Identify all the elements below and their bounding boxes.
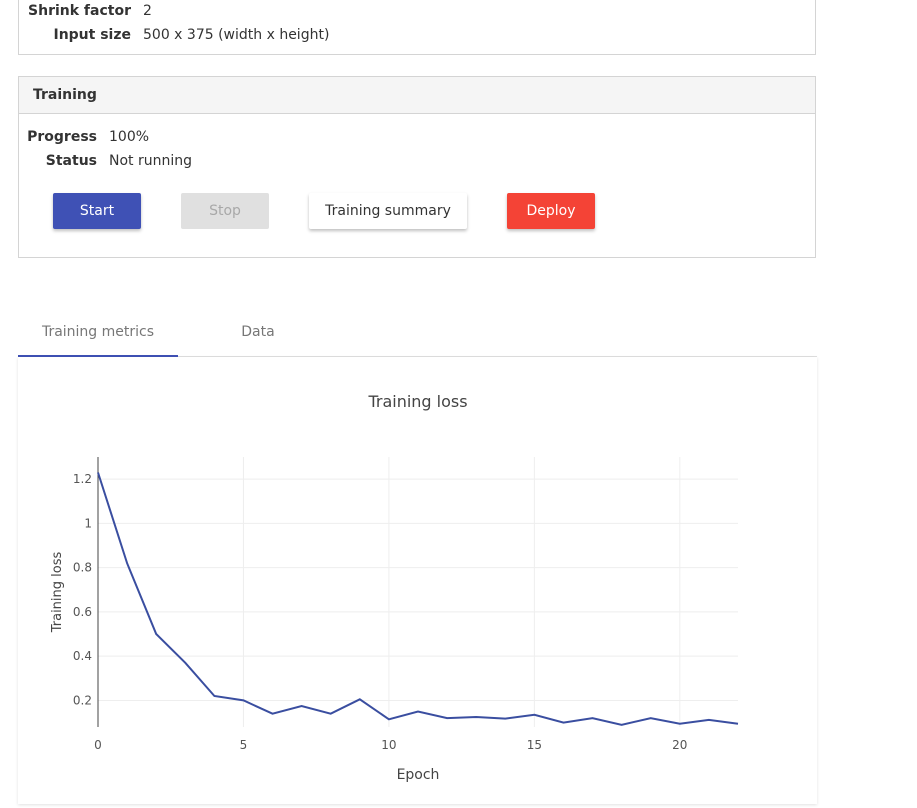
training-loss-chart[interactable]: Training loss 0 5 10 15 20 0.2 0.4 0.6 0.8 1 1.2 E… — [18, 357, 817, 804]
y-tick-label: 1.2 — [73, 472, 92, 486]
input-size-label: Input size — [53, 27, 131, 43]
y-tick-label: 0.4 — [73, 649, 92, 663]
stop-button[interactable]: Stop — [181, 193, 269, 229]
x-tick-label: 0 — [94, 738, 102, 752]
model-info-panel: Shrink factor 2 Input size 500 x 375 (wi… — [18, 0, 816, 55]
progress-value: 100% — [109, 129, 150, 145]
chart-title: Training loss — [367, 392, 467, 411]
x-tick-label: 15 — [527, 738, 542, 752]
status-label: Status — [45, 153, 97, 169]
training-panel-header: Training — [19, 77, 815, 114]
chart-grid — [98, 457, 738, 727]
y-tick-label: 0.6 — [73, 605, 92, 619]
progress-label: Progress — [27, 129, 97, 145]
x-tick-label: 20 — [672, 738, 687, 752]
x-axis-label: Epoch — [397, 767, 440, 783]
start-button[interactable]: Start — [53, 193, 141, 229]
y-tick-label: 1 — [84, 516, 92, 530]
tab-training-metrics[interactable]: Training metrics — [18, 312, 178, 356]
training-summary-button[interactable]: Training summary — [309, 193, 467, 229]
deploy-button[interactable]: Deploy — [507, 193, 595, 229]
shrink-factor-value: 2 — [143, 3, 152, 19]
y-tick-label: 0.8 — [73, 561, 92, 575]
y-tick-label: 0.2 — [73, 693, 92, 707]
training-panel: Training Progress 100% Status Not runnin… — [18, 76, 816, 258]
training-loss-line — [97, 472, 739, 726]
status-value: Not running — [109, 153, 193, 169]
shrink-factor-label: Shrink factor — [28, 3, 131, 19]
input-size-value: 500 x 375 (width x height) — [143, 27, 330, 43]
y-axis-label: Training loss — [50, 552, 65, 634]
tab-bar: Training metrics Data — [18, 312, 817, 357]
x-tick-label: 5 — [240, 738, 248, 752]
training-loss-chart-card: Training loss 0 5 10 15 20 0.2 0.4 0.6 0.8 1 1.2 E… — [18, 357, 817, 804]
tab-data[interactable]: Data — [178, 312, 338, 356]
x-tick-label: 10 — [381, 738, 396, 752]
training-panel-title: Training — [33, 87, 97, 103]
